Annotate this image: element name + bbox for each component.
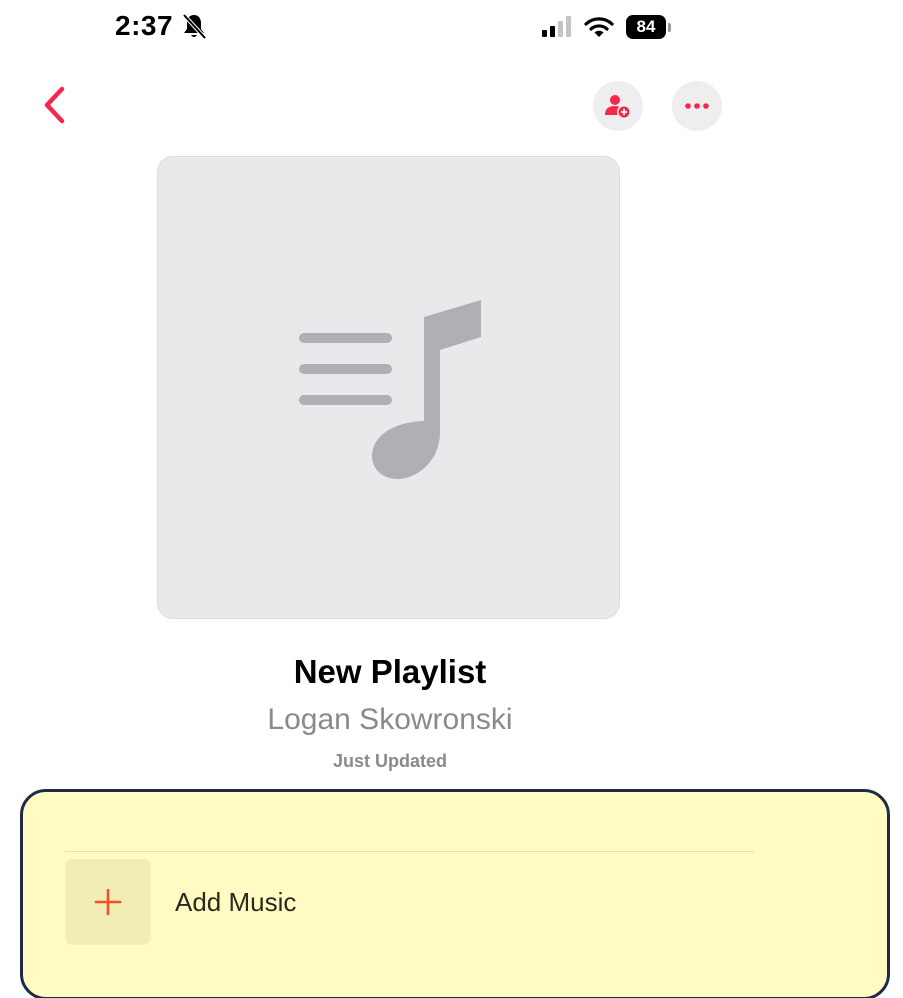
wifi-icon [584, 17, 614, 37]
more-options-button[interactable] [672, 81, 722, 131]
add-music-tile [65, 859, 151, 945]
status-bar-right: 84 [540, 12, 671, 42]
divider [65, 851, 754, 852]
plus-icon [94, 888, 122, 916]
battery-level: 84 [626, 15, 666, 39]
playlist-updated-status: Just Updated [332, 751, 447, 771]
time-text: 2:37 [115, 10, 174, 41]
share-playlist-button[interactable] [593, 81, 643, 131]
playlist-owner[interactable]: Logan Skowronski [0, 703, 780, 737]
ellipsis-icon [685, 103, 709, 109]
add-music-highlight: Add Music [20, 789, 890, 998]
playlist-title[interactable]: New Playlist [0, 653, 780, 691]
bell-slash-icon [182, 13, 207, 40]
back-button[interactable] [30, 80, 80, 130]
playlist-artwork[interactable] [157, 156, 620, 619]
music-note-list-icon [299, 300, 481, 479]
playlist-screen: 2:37 84 New Playlist Logan Skowronski Ju… [0, 0, 903, 998]
add-music-label: Add Music [175, 886, 297, 917]
signal-icon [542, 16, 571, 37]
add-music-button[interactable]: Add Music [65, 857, 754, 947]
chevron-left-icon [44, 86, 65, 124]
battery-icon: 84 [626, 15, 671, 39]
status-bar-time: 2:37 [115, 6, 209, 46]
person-add-icon [605, 95, 631, 119]
battery-nub [668, 22, 671, 32]
